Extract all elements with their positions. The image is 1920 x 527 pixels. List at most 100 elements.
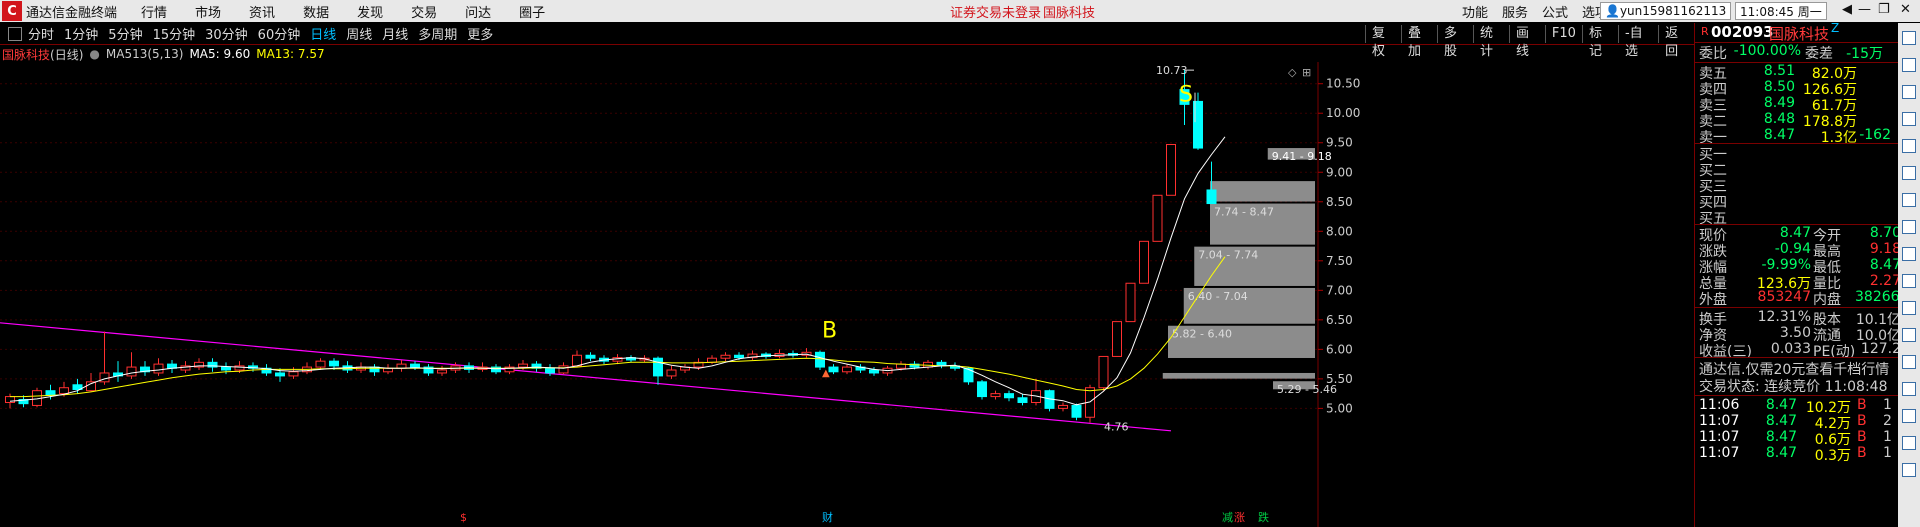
quote-row[interactable]: 外盘 853247 内盘 382663 [1695, 289, 1919, 308]
bottom-tag[interactable]: 财 [822, 510, 833, 524]
candle-body[interactable] [1139, 240, 1149, 284]
tool-button-0[interactable]: 复权 [1365, 25, 1401, 59]
bottom-tag[interactable]: $ [460, 511, 467, 524]
period-tab-10[interactable]: 更多 [467, 24, 493, 43]
period-tab-9[interactable]: 多周期 [418, 24, 457, 43]
period-tab-0[interactable]: 分时 [28, 24, 54, 43]
candle-body[interactable] [518, 363, 528, 368]
link-icon[interactable] [1902, 355, 1916, 369]
menu-circle[interactable]: 圈子 [519, 2, 545, 21]
candle-body[interactable] [1125, 282, 1136, 323]
candle-body[interactable] [315, 360, 326, 368]
tool-button-5[interactable]: F10 [1544, 25, 1582, 43]
candle-body[interactable] [1058, 404, 1068, 409]
candle-body[interactable] [437, 369, 447, 374]
candle-body[interactable] [1017, 397, 1028, 403]
grid-icon[interactable] [1902, 31, 1916, 45]
alert-icon[interactable] [1902, 328, 1916, 342]
sell-signal-label[interactable]: S [1179, 82, 1193, 107]
candle-body[interactable] [1206, 189, 1217, 205]
restore-icon[interactable]: ❐ [1878, 2, 1890, 17]
login-stock-name[interactable]: 国脉科技 [1043, 2, 1095, 21]
help-icon[interactable] [1902, 463, 1916, 477]
candle-body[interactable] [734, 354, 744, 359]
window-icon[interactable] [1902, 409, 1916, 423]
rsi-icon[interactable] [1902, 382, 1916, 396]
tool-icon[interactable] [1902, 301, 1916, 315]
candle-body[interactable] [1004, 393, 1014, 399]
period-tab-6[interactable]: 日线 [310, 24, 336, 43]
period-tab-3[interactable]: 15分钟 [153, 24, 196, 43]
stock-name[interactable]: 国脉科技 [1769, 23, 1829, 44]
menu-market[interactable]: 市场 [195, 2, 221, 21]
candle-body[interactable] [545, 367, 555, 374]
user-account[interactable]: 👤 yun15981162113 [1600, 2, 1732, 20]
candle-body[interactable] [977, 381, 987, 398]
candle-body[interactable] [126, 366, 137, 377]
candle-body[interactable] [221, 366, 231, 371]
candle-body[interactable] [572, 354, 582, 367]
info-icon[interactable] [1902, 139, 1916, 153]
star-icon[interactable] [1902, 247, 1916, 261]
candle-body[interactable] [1098, 355, 1109, 389]
buy-signal-label[interactable]: B [822, 319, 837, 344]
candle-body[interactable] [45, 390, 56, 396]
bottom-tag[interactable]: 涨 [1234, 511, 1245, 524]
minimize-icon[interactable]: — [1858, 2, 1871, 17]
calc-icon[interactable] [1902, 274, 1916, 288]
period-tab-1[interactable]: 1分钟 [64, 24, 98, 43]
menu-quotes[interactable]: 行情 [141, 2, 167, 21]
candle-body[interactable] [1112, 321, 1122, 357]
menu-data[interactable]: 数据 [303, 2, 329, 21]
candle-body[interactable] [383, 367, 393, 373]
candle-body[interactable] [585, 354, 596, 359]
tool-button-6[interactable]: 标记 [1581, 25, 1618, 59]
tool-button-7[interactable]: -自选 [1617, 25, 1658, 59]
legend-ma-name[interactable]: MA513(5,13) [106, 47, 184, 61]
menu-formula[interactable]: 公式 [1542, 2, 1568, 21]
candle-body[interactable] [666, 369, 677, 377]
pen-icon[interactable] [1902, 436, 1916, 450]
candle-body[interactable] [5, 396, 15, 403]
candle-body[interactable] [990, 393, 1001, 398]
news-icon[interactable] [1902, 166, 1916, 180]
candle-body[interactable] [59, 387, 69, 395]
weibi-row[interactable]: 委比 -100.00% 委差 -15万 [1695, 43, 1919, 62]
candle-body[interactable] [869, 369, 879, 374]
tool-button-4[interactable]: 画线 [1508, 25, 1545, 59]
menu-function[interactable]: 功能 [1462, 2, 1488, 21]
candle-body[interactable] [329, 360, 339, 367]
tool-button-2[interactable]: 多股 [1436, 25, 1473, 59]
chart-icon[interactable] [1902, 112, 1916, 126]
menu-trade[interactable]: 交易 [411, 2, 437, 21]
close-icon[interactable]: ✕ [1900, 2, 1911, 17]
bottom-tag[interactable]: 跌 [1258, 510, 1269, 524]
candle-body[interactable] [1166, 144, 1176, 196]
up-arrow-icon[interactable] [1902, 58, 1916, 72]
candle-body[interactable] [410, 363, 420, 368]
candle-body[interactable] [828, 366, 839, 373]
period-tab-2[interactable]: 5分钟 [108, 24, 142, 43]
kline-chart[interactable]: 10.50 10.00 9.50 9.00 8.50 8.00 7.50 7.00 6.50 6.… [0, 62, 1694, 527]
tool-button-1[interactable]: 叠加 [1400, 25, 1437, 59]
back-icon[interactable]: ◀ [1842, 2, 1852, 17]
table-icon[interactable] [1902, 220, 1916, 234]
tick-row[interactable]: 11:07 8.47 0.3万 B 1 [1695, 445, 1919, 464]
candle-body[interactable] [1071, 404, 1082, 418]
candle-body[interactable] [153, 363, 164, 374]
tool-button-3[interactable]: 统计 [1472, 25, 1509, 59]
menu-ask[interactable]: 问达 [465, 2, 491, 21]
candle-body[interactable] [558, 365, 569, 374]
legend-stock-name[interactable]: 国脉科技 [2, 46, 50, 63]
candle-body[interactable] [720, 354, 731, 359]
candle-body[interactable] [653, 357, 663, 377]
bottom-tag[interactable]: 减 [1222, 511, 1233, 524]
chart-settings-icon[interactable]: ◇ [1288, 66, 1297, 79]
list-icon[interactable] [1902, 85, 1916, 99]
settings-icon[interactable]: ● [89, 47, 99, 61]
candle-body[interactable] [815, 351, 825, 368]
period-tab-8[interactable]: 月线 [382, 24, 408, 43]
chart-expand-icon[interactable]: ⊞ [1302, 66, 1311, 79]
candle-body[interactable] [288, 371, 299, 377]
menu-news[interactable]: 资讯 [249, 2, 275, 21]
